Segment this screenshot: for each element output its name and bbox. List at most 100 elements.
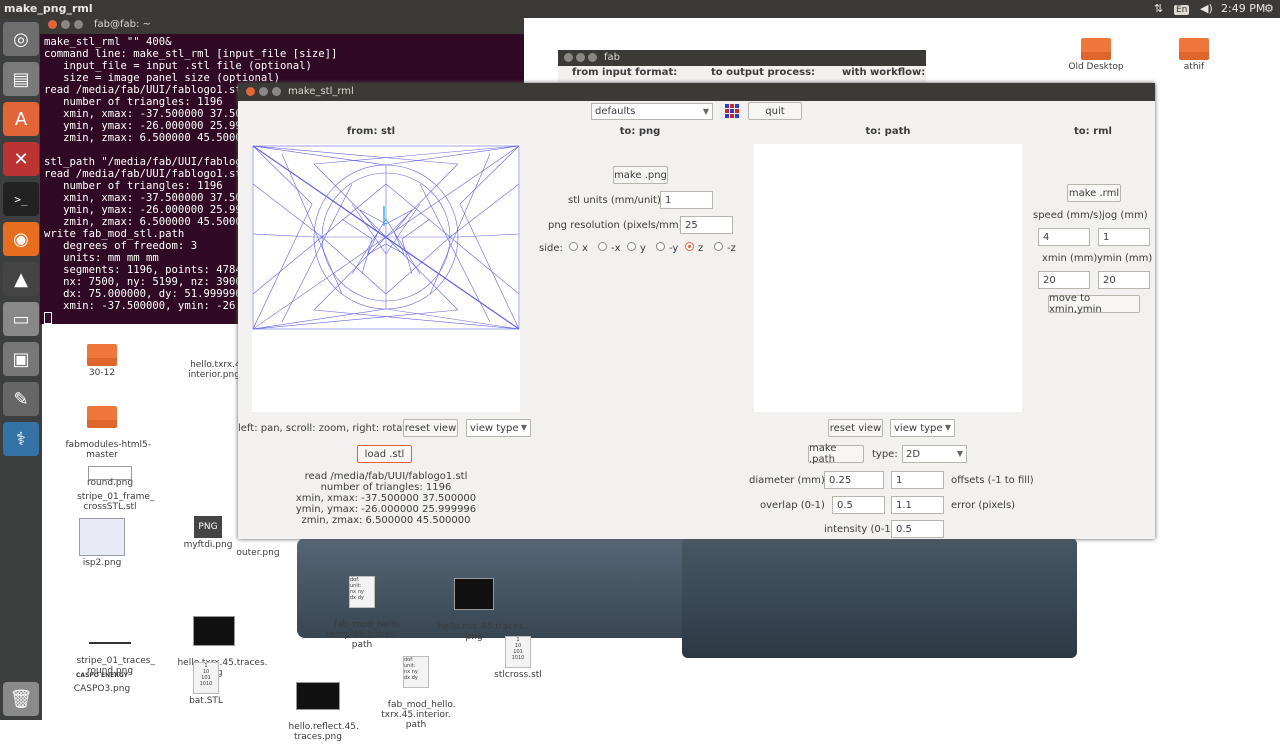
path-view-type-select[interactable]: view type ▼ [890,419,955,437]
network-icon[interactable]: ⇅ [1154,2,1163,15]
terminal-cursor [44,312,52,324]
files-icon[interactable]: ▤ [3,62,39,96]
to-output-process-label: to output process: [711,67,816,78]
fab-titlebar[interactable]: fab [558,50,926,66]
xmin-input[interactable]: 20 [1038,271,1090,289]
make-path-button[interactable]: make .path [808,443,864,465]
volume-icon[interactable]: ◀) [1200,2,1213,15]
drive-icon[interactable]: ▭ [3,302,39,336]
speed-input[interactable]: 4 [1038,228,1090,246]
side-option-z[interactable]: z [685,242,703,254]
terminal-titlebar[interactable]: fab@fab: ~ [40,16,524,34]
python-icon[interactable]: ⚕ [3,422,39,456]
trash-icon[interactable]: 🗑 [3,682,39,716]
image-thumb-icon [193,616,235,646]
make-stl-rml-window[interactable]: make_stl_rml defaults ▼ quit from: stl t… [238,83,1155,539]
maximize-icon[interactable] [588,53,597,62]
desktop-item-label: outer.png [236,548,280,558]
png-resolution-input[interactable]: 25 [680,216,733,234]
firefox-icon[interactable]: ◉ [3,222,39,256]
path-reset-view-button[interactable]: reset view [828,419,883,437]
offsets-input[interactable]: 1 [891,471,944,489]
offsets-label: offsets (-1 to fill) [951,475,1034,486]
file-isp2[interactable]: isp2.png [54,518,150,568]
terminal-icon[interactable]: >_ [3,182,39,216]
text-file-icon: 1 10 101 1010 [193,662,219,694]
disks-icon[interactable]: ▣ [3,342,39,376]
radio-button[interactable] [627,242,636,251]
stl-reset-view-button[interactable]: reset view [403,419,458,437]
maximize-icon[interactable] [272,87,281,96]
file-bat-stl[interactable]: 1 10 101 1010 bat.STL [158,662,254,706]
ubuntu-dash-icon[interactable]: ◎ [3,22,39,56]
gimp-icon[interactable]: ✎ [3,382,39,416]
maximize-icon[interactable] [74,20,83,29]
move-to-xmin-ymin-button[interactable]: move to xmin,ymin [1048,293,1140,315]
file-interior-path[interactable]: dof: unit: nx ny dx dy fab_mod_hello. tx… [368,636,464,740]
file-reflect-traces[interactable]: hello.reflect.45. traces.png [270,662,366,752]
desktop-item-label: bat.STL [189,696,223,706]
fab-window[interactable]: fab from input format: to output process… [558,50,926,86]
file-outer[interactable]: outer.png [210,548,306,558]
side-option--y[interactable]: -y [656,242,678,254]
side-option--x[interactable]: -x [598,242,621,254]
close-icon[interactable] [48,20,57,29]
radio-button[interactable] [685,242,694,251]
close-icon[interactable] [246,87,255,96]
folder-old-desktop[interactable]: Old Desktop [1048,38,1144,72]
intensity-input[interactable]: 0.5 [891,520,944,538]
file-preview-text: 1 10 101 1010 [199,663,213,687]
side-option-x[interactable]: x [569,242,588,254]
side-radio-group: x -x y -y z -z [569,242,749,256]
diameter-input[interactable]: 0.25 [824,471,884,489]
close-icon[interactable] [564,53,573,62]
desktop-item-label: stripe_01_frame_ crossSTL.stl [77,492,155,512]
stl-mesh-view[interactable] [252,144,520,412]
stl-view-type-value: view type [470,422,519,434]
stl-units-label: stl units (mm/unit): [568,195,665,206]
path-view-panel[interactable] [754,144,1022,412]
side-option-label: z [698,243,704,254]
minimize-icon[interactable] [576,53,585,62]
load-stl-button[interactable]: load .stl [357,445,412,463]
make-png-button[interactable]: make .png [613,166,668,184]
settings-icon[interactable]: ✕ [3,142,39,176]
stl-units-input[interactable]: 1 [660,191,713,209]
file-caspo[interactable]: CASPO ENERGY CASPO3.png [54,672,150,694]
radio-button[interactable] [714,242,723,251]
radio-button[interactable] [598,242,607,251]
path-type-select[interactable]: 2D ▼ [902,445,967,463]
file-preview-text: dof: unit: nx ny dx dy [350,577,364,601]
main-titlebar[interactable]: make_stl_rml [238,83,1155,101]
desktop-item-label: round.png [86,478,134,488]
make-rml-button[interactable]: make .rml [1067,184,1121,202]
quit-button[interactable]: quit [748,102,802,120]
stl-view-type-select[interactable]: view type ▼ [466,419,531,437]
file-round-png[interactable]: round.png [62,478,158,488]
language-indicator[interactable]: En [1174,2,1190,15]
error-input[interactable]: 1.1 [891,496,944,514]
radio-button[interactable] [569,242,578,251]
folder-30-12[interactable]: 30-12 [54,344,150,378]
side-option-label: y [640,243,646,254]
overlap-input[interactable]: 0.5 [832,496,885,514]
radio-button[interactable] [656,242,665,251]
ymin-input[interactable]: 20 [1098,271,1150,289]
software-center-icon[interactable]: A [3,102,39,136]
stl-view-panel[interactable] [252,144,520,412]
folder-athif[interactable]: athif [1146,38,1242,72]
desktop-item-label: hello.reflect.45. traces.png [288,722,359,742]
minimize-icon[interactable] [61,20,70,29]
side-option--z[interactable]: -z [714,242,736,254]
gear-icon[interactable]: ⚙ [1264,2,1274,15]
color-grid-icon[interactable] [724,103,740,119]
side-option-y[interactable]: y [627,242,646,254]
minimize-icon[interactable] [259,87,268,96]
inkscape-icon[interactable]: ▲ [3,262,39,296]
clock[interactable]: 2:49 PM [1221,2,1265,15]
terminal-line: make_stl_rml "" 400& [44,36,172,48]
jog-input[interactable]: 1 [1098,228,1150,246]
defaults-select[interactable]: defaults ▼ [591,103,713,120]
file-stlcross[interactable]: 1 10 101 1010 stlcross.stl [470,636,566,680]
language-label: En [1174,5,1190,15]
